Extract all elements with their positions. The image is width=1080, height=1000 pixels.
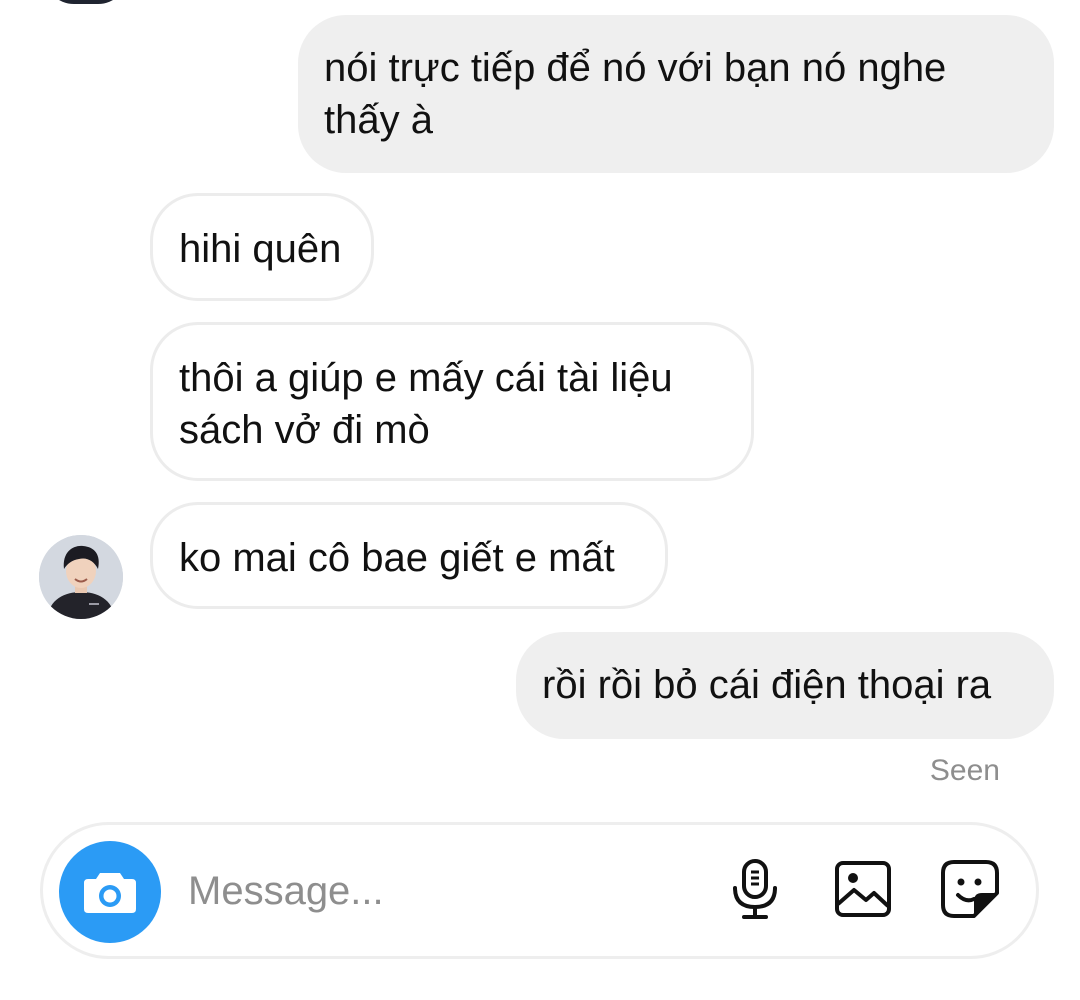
- sticker-button[interactable]: [938, 857, 1002, 921]
- message-line: thấy à: [324, 98, 433, 142]
- previous-avatar-edge: [44, 0, 128, 4]
- camera-icon: [84, 873, 136, 913]
- microphone-icon: [733, 859, 777, 919]
- incoming-message[interactable]: hihi quên: [150, 193, 374, 301]
- outgoing-message[interactable]: rồi rồi bỏ cái điện thoại ra: [516, 632, 1054, 739]
- message-line: nói trực tiếp để nó với bạn nó nghe: [324, 46, 947, 90]
- incoming-message[interactable]: ko mai cô bae giết e mất: [150, 502, 668, 609]
- message-line: thôi a giúp e mấy cái tài liệu: [179, 356, 673, 400]
- outgoing-message[interactable]: nói trực tiếp để nó với bạn nó nghe thấy…: [298, 15, 1054, 173]
- message-line: hihi quên: [179, 227, 342, 271]
- incoming-message[interactable]: thôi a giúp e mấy cái tài liệu sách vở đ…: [150, 322, 754, 481]
- camera-button[interactable]: [59, 841, 161, 943]
- message-line: ko mai cô bae giết e mất: [179, 536, 615, 580]
- voice-message-button[interactable]: [723, 857, 787, 921]
- message-line: sách vở đi mò: [179, 408, 430, 452]
- gallery-button[interactable]: [831, 857, 895, 921]
- avatar-photo: [39, 535, 123, 619]
- message-composer: [40, 822, 1039, 959]
- sticker-icon: [941, 860, 999, 918]
- gallery-icon: [835, 861, 891, 917]
- seen-status: Seen: [929, 754, 1000, 787]
- message-input[interactable]: [188, 863, 688, 919]
- sender-avatar[interactable]: [39, 535, 123, 619]
- message-line: rồi rồi bỏ cái điện thoại ra: [542, 663, 992, 707]
